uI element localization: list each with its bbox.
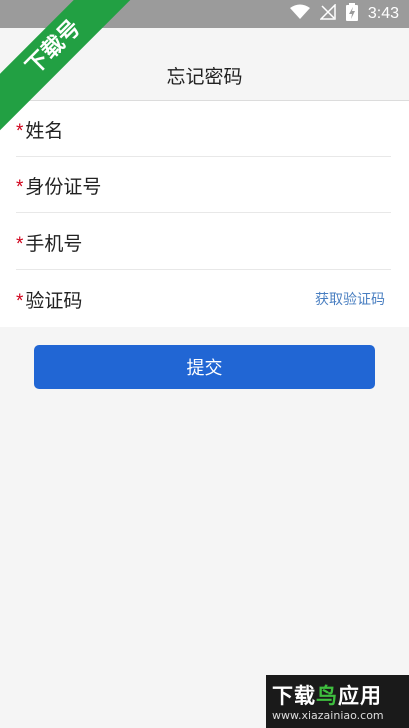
logo-text-tail: 应用 <box>338 684 382 708</box>
phone-label-text: 手机号 <box>25 234 83 255</box>
battery-charging-icon <box>345 2 358 26</box>
page-title: 忘记密码 <box>166 67 243 88</box>
id-number-field[interactable]: * 身份证号 <box>16 157 391 213</box>
verification-code-label-text: 验证码 <box>25 291 83 312</box>
nav-bar: 忘记密码 <box>0 28 409 101</box>
logo-text-white: 下载 <box>272 684 316 708</box>
name-field[interactable]: * 姓名 <box>16 101 391 157</box>
get-code-button[interactable]: 获取验证码 <box>315 289 385 309</box>
watermark-logo-text: 下载鸟应用 <box>272 680 382 710</box>
logo-text-green: 鸟 <box>316 684 338 708</box>
name-label: * 姓名 <box>16 116 63 143</box>
id-number-label-text: 身份证号 <box>25 177 102 198</box>
required-mark: * <box>16 177 24 198</box>
status-time: 3:43 <box>367 5 399 22</box>
forgot-password-form: * 姓名 * 身份证号 * 手机号 * 验证码 获取验证码 <box>0 101 409 327</box>
required-mark: * <box>16 291 24 312</box>
phone-label: * 手机号 <box>16 229 82 256</box>
watermark-logo: 下载鸟应用 www.xiazainiao.com <box>266 675 409 728</box>
submit-button[interactable]: 提交 <box>34 345 375 389</box>
required-mark: * <box>16 234 24 255</box>
name-label-text: 姓名 <box>25 121 64 142</box>
verification-code-field[interactable]: * 验证码 获取验证码 <box>16 271 391 327</box>
required-mark: * <box>16 121 24 142</box>
verification-code-label: * 验证码 <box>16 286 82 313</box>
phone-field[interactable]: * 手机号 <box>16 214 391 270</box>
status-icons: 3:43 <box>289 2 399 26</box>
screen: 3:43 忘记密码 * 姓名 * 身份证号 * 手机号 * 验证码 获取验证码 提交 下… <box>0 0 409 728</box>
no-signal-icon <box>319 2 336 25</box>
status-bar: 3:43 <box>0 0 409 28</box>
id-number-label: * 身份证号 <box>16 172 101 199</box>
watermark-url: www.xiazainiao.com <box>272 709 384 722</box>
wifi-icon <box>289 4 310 25</box>
